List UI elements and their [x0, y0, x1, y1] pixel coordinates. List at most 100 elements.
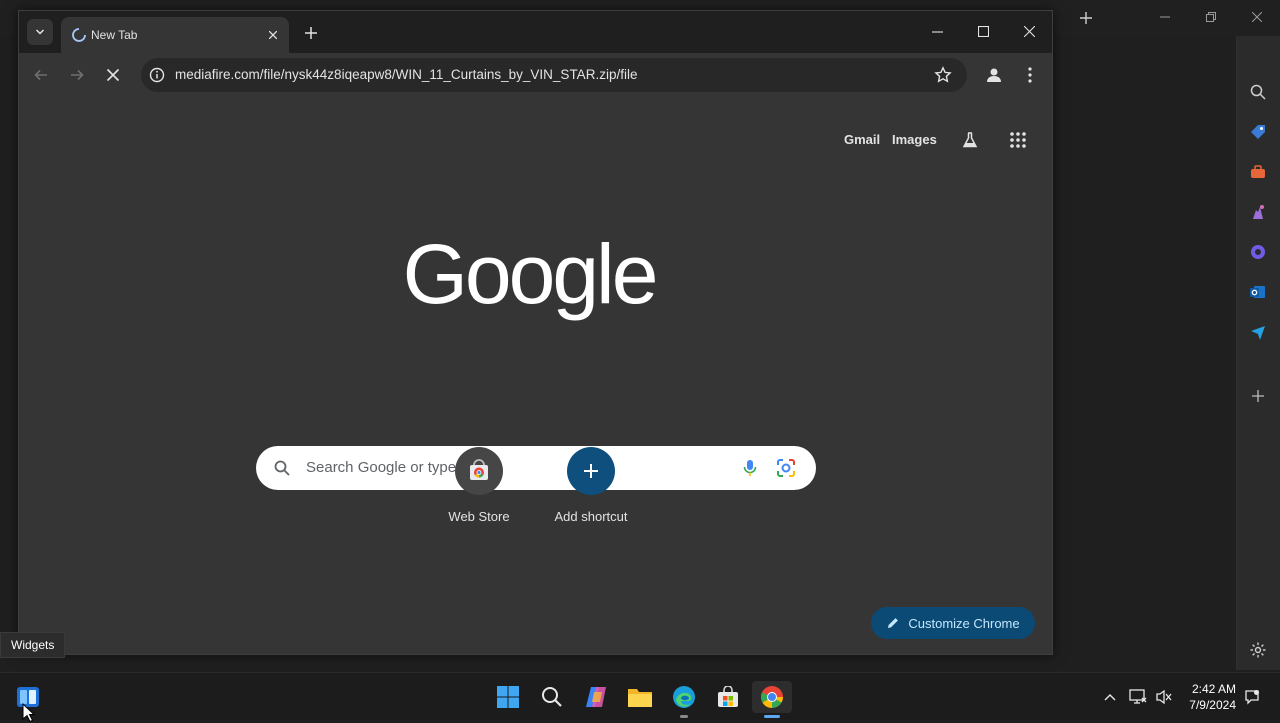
sidebar-drop-icon[interactable] — [1244, 318, 1272, 346]
minimize-icon — [1160, 16, 1170, 18]
taskbar-store-button[interactable] — [708, 681, 748, 713]
apps-grid-icon — [1010, 132, 1026, 148]
customize-chrome-button[interactable]: Customize Chrome — [871, 607, 1035, 639]
show-hidden-icons-button[interactable] — [1100, 687, 1120, 707]
chrome-icon — [761, 686, 783, 708]
loading-spinner-icon — [72, 28, 86, 42]
stop-loading-button[interactable] — [101, 63, 125, 87]
clock-date: 7/9/2024 — [1189, 698, 1236, 712]
chrome-tab-strip: New Tab — [19, 11, 1052, 53]
flask-icon — [962, 132, 978, 148]
taskbar-chrome-button[interactable] — [752, 681, 792, 718]
tab-title: New Tab — [91, 28, 138, 42]
new-tab-page: Gmail Images Google Search Google or typ… — [19, 97, 1052, 654]
chevron-down-icon — [35, 29, 45, 35]
arrow-right-icon — [71, 69, 84, 81]
sidebar-games-icon[interactable] — [1244, 198, 1272, 226]
edge-minimize-button[interactable] — [1142, 2, 1188, 32]
shortcut-label: Web Store — [448, 509, 510, 524]
lens-search-button[interactable] — [775, 457, 797, 479]
taskbar-file-explorer-button[interactable] — [620, 681, 660, 713]
profile-button[interactable] — [983, 64, 1005, 86]
taskbar-copilot-button[interactable] — [576, 681, 616, 713]
back-button[interactable] — [29, 63, 53, 87]
edge-new-tab-button[interactable] — [1072, 4, 1100, 32]
pencil-icon — [888, 618, 899, 628]
microsoft-store-icon — [718, 686, 738, 707]
edge-restore-button[interactable] — [1188, 2, 1234, 32]
plus-icon — [584, 464, 598, 478]
microphone-icon — [743, 460, 757, 476]
profile-icon — [987, 68, 1001, 82]
volume-muted-icon[interactable] — [1154, 687, 1174, 707]
taskbar: 2:42 AM 7/9/2024 — [0, 672, 1280, 723]
address-bar[interactable]: mediafire.com/file/nysk44z8iqeapw8/WIN_1… — [141, 58, 967, 92]
shortcut-label: Add shortcut — [554, 509, 628, 524]
tooltip-text: Widgets — [11, 638, 55, 652]
restore-icon — [1206, 12, 1216, 22]
chrome-close-button[interactable] — [1006, 16, 1052, 46]
sidebar-tools-icon[interactable] — [1244, 158, 1272, 186]
copilot-icon — [586, 687, 606, 707]
chrome-maximize-button[interactable] — [960, 16, 1006, 46]
google-logo: Google — [402, 227, 659, 321]
voice-search-button[interactable] — [740, 458, 760, 478]
kebab-menu-icon — [1028, 67, 1032, 83]
close-icon — [106, 68, 120, 82]
add-shortcut-button[interactable]: Add shortcut — [535, 447, 647, 559]
chrome-web-store-icon — [470, 459, 488, 480]
images-link[interactable]: Images — [892, 132, 937, 147]
search-icon — [274, 460, 290, 476]
new-tab-button[interactable] — [299, 21, 323, 45]
forward-button[interactable] — [65, 63, 89, 87]
taskbar-search-button[interactable] — [532, 681, 572, 713]
plus-icon — [1080, 12, 1092, 24]
google-apps-button[interactable] — [1007, 129, 1029, 151]
sidebar-search-icon[interactable] — [1244, 78, 1272, 106]
network-icon[interactable] — [1128, 687, 1148, 707]
url-text: mediafire.com/file/nysk44z8iqeapw8/WIN_1… — [175, 67, 638, 82]
taskbar-edge-button[interactable] — [664, 681, 704, 718]
sidebar-copilot-icon[interactable] — [1244, 238, 1272, 266]
tab-search-button[interactable] — [27, 19, 53, 45]
notification-center-button[interactable] — [1242, 687, 1262, 707]
minimize-icon — [931, 30, 943, 33]
notification-icon — [1245, 690, 1259, 705]
shortcut-icon-container — [455, 447, 503, 495]
sidebar-settings-icon[interactable] — [1244, 636, 1272, 664]
close-icon — [269, 31, 277, 39]
chrome-minimize-button[interactable] — [914, 16, 960, 46]
google-lens-icon — [777, 459, 795, 477]
sidebar-add-icon[interactable] — [1244, 382, 1272, 410]
maximize-icon — [977, 25, 989, 37]
sidebar-shopping-icon[interactable] — [1244, 118, 1272, 146]
active-indicator — [764, 715, 780, 718]
mouse-cursor-icon — [22, 703, 36, 723]
widgets-tooltip: Widgets — [0, 632, 66, 658]
file-explorer-icon — [628, 689, 652, 707]
edge-close-button[interactable] — [1234, 2, 1280, 32]
search-icon — [542, 687, 562, 707]
windows-start-icon — [497, 686, 519, 708]
chevron-up-icon — [1104, 694, 1116, 701]
chrome-window: New Tab mediafire.com/file/nysk44z8iqeap… — [18, 10, 1053, 655]
gmail-link[interactable]: Gmail — [844, 132, 880, 147]
shortcut-icon-container — [567, 447, 615, 495]
running-indicator — [680, 715, 688, 718]
plus-icon — [305, 27, 317, 39]
search-labs-button[interactable] — [959, 129, 981, 151]
edge-icon — [673, 686, 695, 708]
chrome-menu-button[interactable] — [1019, 64, 1041, 86]
bookmark-star-icon[interactable] — [934, 66, 952, 84]
site-info-icon[interactable] — [149, 67, 165, 83]
edge-page-area — [1052, 36, 1236, 670]
taskbar-start-button[interactable] — [488, 681, 528, 713]
system-clock[interactable]: 2:42 AM 7/9/2024 — [1189, 681, 1236, 713]
customize-chrome-label: Customize Chrome — [908, 615, 1020, 631]
close-icon — [1252, 12, 1262, 22]
sidebar-outlook-icon[interactable] — [1244, 278, 1272, 306]
close-icon — [1023, 25, 1035, 37]
shortcut-web-store[interactable]: Web Store — [423, 447, 535, 559]
tab-close-button[interactable] — [265, 27, 281, 43]
tab-new-tab[interactable]: New Tab — [61, 17, 289, 53]
